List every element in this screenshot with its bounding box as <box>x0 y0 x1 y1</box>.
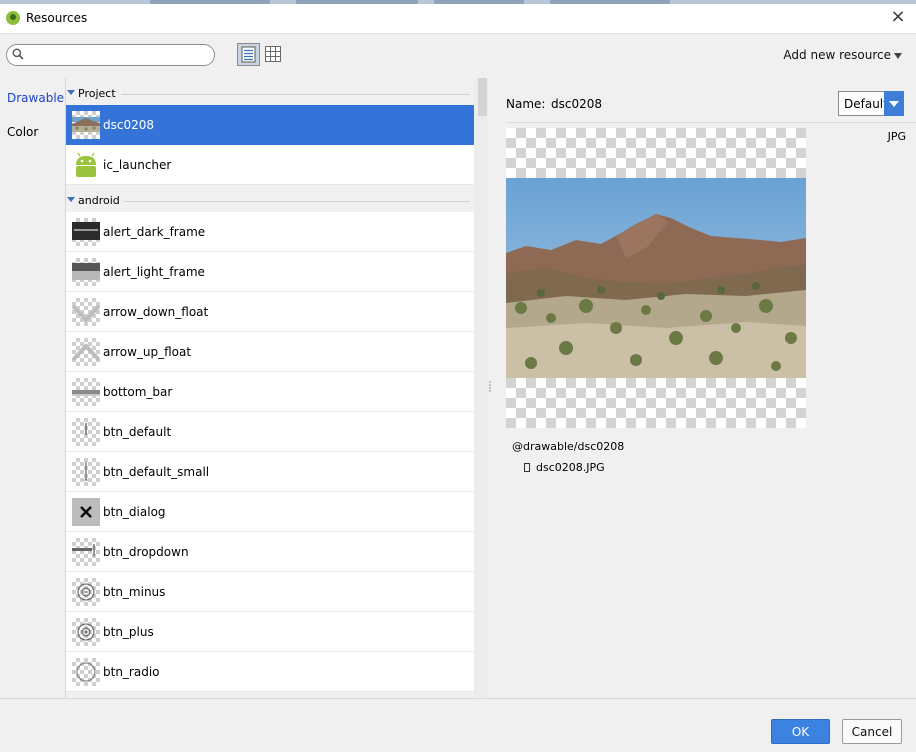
list-item-label: btn_dialog <box>103 505 166 519</box>
search-box[interactable] <box>6 44 215 66</box>
name-label: Name: <box>506 97 546 111</box>
plus-button-icon <box>72 618 100 646</box>
list-item[interactable]: dsc0208 <box>66 105 474 145</box>
expand-triangle-icon <box>67 197 75 202</box>
list-item[interactable]: ic_launcher <box>66 145 474 185</box>
list-item-label: btn_default_small <box>103 465 210 479</box>
file-name: dsc0208.JPG <box>536 461 605 474</box>
add-new-resource-button[interactable]: Add new resource <box>783 48 902 62</box>
ok-button[interactable]: OK <box>771 719 830 744</box>
list-item[interactable]: btn_dropdown <box>66 532 474 572</box>
list-item-label: alert_dark_frame <box>103 225 206 239</box>
android-studio-icon <box>6 11 20 25</box>
search-icon <box>12 48 24 60</box>
dialog-title-bar: Resources × <box>0 4 916 34</box>
list-item-label: btn_radio <box>103 665 160 679</box>
list-scrollbar[interactable] <box>474 78 488 698</box>
cancel-button[interactable]: Cancel <box>842 719 902 744</box>
list-item-label: arrow_up_float <box>103 345 192 359</box>
group-divider <box>124 201 470 202</box>
name-value: dsc0208 <box>551 97 603 111</box>
list-item[interactable]: bottom_bar <box>66 372 474 412</box>
group-label: android <box>78 194 120 207</box>
arrow-up-float-icon <box>72 338 100 366</box>
list-item[interactable]: alert_dark_frame <box>66 212 474 252</box>
density-value: Default <box>844 97 888 111</box>
sidebar-item-drawable[interactable]: Drawable <box>7 91 64 105</box>
search-input[interactable] <box>29 47 209 63</box>
dark-frame-icon <box>72 218 100 246</box>
list-scrollbar-thumb[interactable] <box>478 78 487 116</box>
minus-button-icon <box>72 578 100 606</box>
list-view-toggle[interactable] <box>237 43 260 66</box>
chevron-down-icon <box>884 91 904 116</box>
group-header-project[interactable]: Project <box>66 80 474 106</box>
list-item[interactable]: arrow_up_float <box>66 332 474 372</box>
android-robot-icon <box>72 151 100 179</box>
dialog-footer: OK Cancel <box>0 698 916 752</box>
list-item[interactable]: btn_radio <box>66 652 474 692</box>
list-item[interactable]: btn_dialog <box>66 492 474 532</box>
mountain-photo-thumbnail <box>72 111 100 139</box>
arrow-down-float-icon <box>72 298 100 326</box>
grid-view-toggle[interactable] <box>264 45 282 63</box>
list-item-label: dsc0208 <box>103 118 155 132</box>
expand-triangle-icon <box>67 90 75 95</box>
list-item[interactable]: btn_default_small <box>66 452 474 492</box>
list-view-icon <box>241 46 256 63</box>
dropdown-button-icon <box>72 538 100 566</box>
list-item[interactable]: btn_default <box>66 412 474 452</box>
sidebar-item-color[interactable]: Color <box>7 125 38 139</box>
dialog-title: Resources <box>26 11 88 25</box>
list-item[interactable]: btn_minus <box>66 572 474 612</box>
image-preview <box>506 128 806 428</box>
format-label: JPG <box>887 130 906 143</box>
add-new-resource-label: Add new resource <box>783 48 891 62</box>
bottom-bar-icon <box>72 378 100 406</box>
list-item-label: arrow_down_float <box>103 305 209 319</box>
resource-list: Project dsc0208 ic_launcher android aler… <box>66 78 474 698</box>
list-item[interactable]: arrow_down_float <box>66 292 474 332</box>
resource-type-sidebar: Drawable Color <box>0 78 66 698</box>
resource-reference: @drawable/dsc0208 <box>512 440 625 453</box>
resource-file: dsc0208.JPG <box>524 461 605 474</box>
file-icon <box>524 463 530 472</box>
group-header-android[interactable]: android <box>66 187 474 213</box>
list-item[interactable]: alert_light_frame <box>66 252 474 292</box>
toolbar: Add new resource <box>0 35 916 77</box>
list-item[interactable]: btn_plus <box>66 612 474 652</box>
close-icon[interactable]: × <box>886 6 910 30</box>
resource-detail-panel: Name: dsc0208 Default JPG @drawable/dsc0… <box>492 78 916 698</box>
group-divider <box>121 94 470 95</box>
list-item-label: btn_plus <box>103 625 154 639</box>
chevron-down-icon <box>894 52 902 59</box>
button-default-icon <box>72 418 100 446</box>
list-item-label: btn_dropdown <box>103 545 189 559</box>
dialog-close-x-icon <box>72 498 100 526</box>
light-frame-icon <box>72 258 100 286</box>
group-label: Project <box>78 87 116 100</box>
grid-view-icon <box>265 46 281 62</box>
list-item-label: bottom_bar <box>103 385 173 399</box>
button-default-small-icon <box>72 458 100 486</box>
list-item-label: btn_minus <box>103 585 166 599</box>
radio-button-icon <box>72 658 100 686</box>
list-item-label: btn_default <box>103 425 172 439</box>
mountain-photo <box>506 178 806 378</box>
density-select[interactable]: Default <box>838 91 904 116</box>
detail-divider <box>506 122 916 123</box>
list-item-label: ic_launcher <box>103 158 172 172</box>
list-item-label: alert_light_frame <box>103 265 205 279</box>
